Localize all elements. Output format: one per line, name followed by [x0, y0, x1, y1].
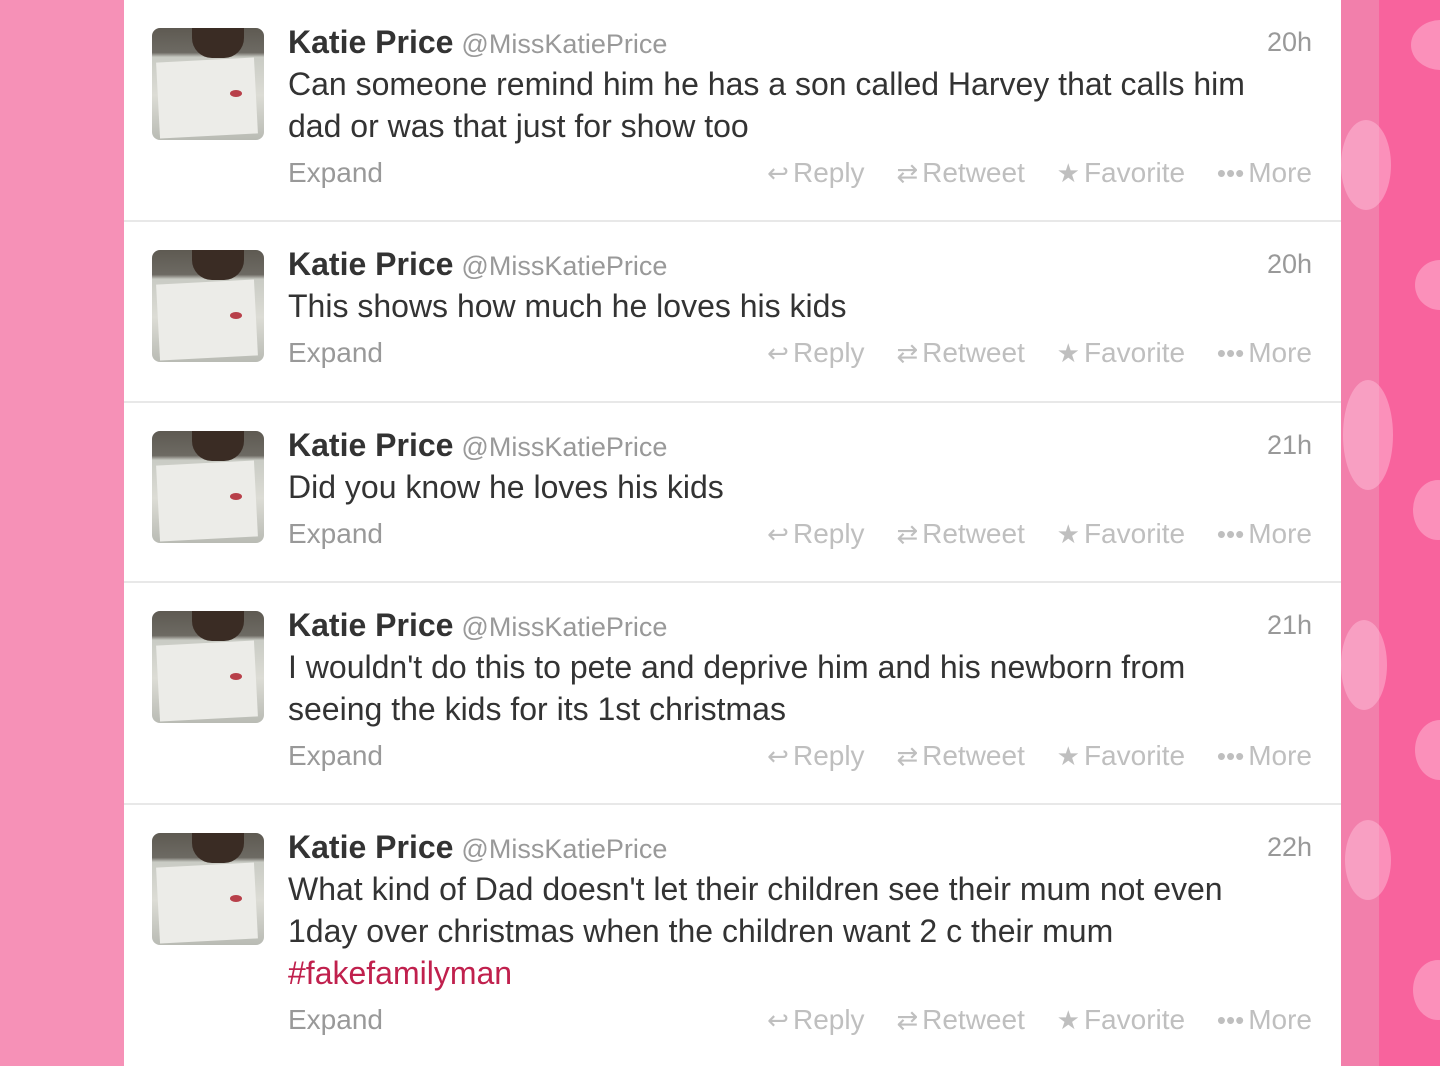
- reply-arrow-icon: ↩: [767, 1005, 789, 1035]
- tweet-item[interactable]: Katie Price @MissKatiePrice 21h I wouldn'…: [124, 583, 1341, 805]
- tweet-author-handle[interactable]: @MissKatiePrice: [461, 251, 667, 281]
- tweet-text: What kind of Dad doesn't let their child…: [288, 868, 1318, 994]
- reply-button[interactable]: ↩ Reply: [767, 736, 864, 776]
- tweet-text-line: What kind of Dad doesn't let their child…: [288, 871, 1223, 907]
- ellipsis-icon: •••: [1216, 741, 1245, 771]
- reply-arrow-icon: ↩: [767, 741, 789, 771]
- tweet-timestamp[interactable]: 21h: [1267, 425, 1312, 465]
- more-button[interactable]: ••• More: [1217, 514, 1312, 554]
- hashtag-link[interactable]: #fakefamilyman: [288, 952, 1318, 994]
- retweet-icon: ⇄: [896, 158, 919, 188]
- tweet-item[interactable]: Katie Price @MissKatiePrice 20h This show…: [124, 222, 1341, 403]
- star-icon: ★: [1056, 158, 1080, 188]
- tweet-author-name[interactable]: Katie Price: [288, 607, 453, 643]
- reply-arrow-icon: ↩: [767, 338, 789, 368]
- star-icon: ★: [1056, 338, 1080, 368]
- background-pattern: [1341, 120, 1391, 210]
- tweet-timeline: Katie Price @MissKatiePrice 20h Can someo…: [124, 0, 1341, 1066]
- expand-link[interactable]: Expand: [288, 1004, 383, 1035]
- tweet-author-name[interactable]: Katie Price: [288, 427, 453, 463]
- retweet-button[interactable]: ⇄ Retweet: [896, 333, 1025, 373]
- favorite-button[interactable]: ★ Favorite: [1057, 153, 1185, 193]
- expand-link[interactable]: Expand: [288, 518, 383, 549]
- tweet-text-line: seeing the kids for its 1st christmas: [288, 691, 786, 727]
- retweet-icon: ⇄: [896, 519, 919, 549]
- tweet-text-line: Can someone remind him he has a son call…: [288, 66, 1245, 102]
- retweet-icon: ⇄: [896, 741, 919, 771]
- tweet-text-line: I wouldn't do this to pete and deprive h…: [288, 649, 1186, 685]
- tweet-item[interactable]: Katie Price @MissKatiePrice 21h Did you k…: [124, 403, 1341, 583]
- expand-link[interactable]: Expand: [288, 740, 383, 771]
- tweet-text: Did you know he loves his kids: [288, 466, 1318, 508]
- favorite-button[interactable]: ★ Favorite: [1057, 333, 1185, 373]
- tweet-text-line: This shows how much he loves his kids: [288, 288, 847, 324]
- tweet-author-handle[interactable]: @MissKatiePrice: [461, 29, 667, 59]
- tweet-text-line: 1day over christmas when the children wa…: [288, 913, 1114, 949]
- reply-arrow-icon: ↩: [767, 158, 789, 188]
- tweet-author-handle[interactable]: @MissKatiePrice: [461, 834, 667, 864]
- retweet-button[interactable]: ⇄ Retweet: [896, 514, 1025, 554]
- tweet-timestamp[interactable]: 20h: [1267, 244, 1312, 284]
- expand-link[interactable]: Expand: [288, 337, 383, 368]
- star-icon: ★: [1056, 741, 1080, 771]
- retweet-button[interactable]: ⇄ Retweet: [896, 153, 1025, 193]
- retweet-icon: ⇄: [896, 338, 919, 368]
- tweet-timestamp[interactable]: 20h: [1267, 22, 1312, 62]
- tweet-author-handle[interactable]: @MissKatiePrice: [461, 612, 667, 642]
- favorite-button[interactable]: ★ Favorite: [1057, 514, 1185, 554]
- background-pattern: [1345, 820, 1391, 900]
- ellipsis-icon: •••: [1216, 338, 1245, 368]
- retweet-icon: ⇄: [896, 1005, 919, 1035]
- tweet-author-name[interactable]: Katie Price: [288, 246, 453, 282]
- star-icon: ★: [1056, 1005, 1080, 1035]
- reply-button[interactable]: ↩ Reply: [767, 333, 864, 373]
- tweet-text-line: dad or was that just for show too: [288, 108, 749, 144]
- tweet-timestamp[interactable]: 22h: [1267, 827, 1312, 867]
- star-icon: ★: [1056, 519, 1080, 549]
- tweet-text: This shows how much he loves his kids: [288, 285, 1318, 327]
- avatar[interactable]: [152, 28, 264, 140]
- more-button[interactable]: ••• More: [1217, 736, 1312, 776]
- tweet-text-line: Did you know he loves his kids: [288, 469, 724, 505]
- tweet-item[interactable]: Katie Price @MissKatiePrice 22h What kind…: [124, 805, 1341, 1066]
- ellipsis-icon: •••: [1216, 1005, 1245, 1035]
- tweet-text: I wouldn't do this to pete and deprive h…: [288, 646, 1318, 730]
- reply-button[interactable]: ↩ Reply: [767, 1000, 864, 1040]
- favorite-button[interactable]: ★ Favorite: [1057, 1000, 1185, 1040]
- ellipsis-icon: •••: [1216, 519, 1245, 549]
- reply-arrow-icon: ↩: [767, 519, 789, 549]
- page-background-right: [1341, 0, 1440, 1066]
- more-button[interactable]: ••• More: [1217, 153, 1312, 193]
- background-pattern: [1341, 620, 1387, 710]
- avatar[interactable]: [152, 611, 264, 723]
- reply-button[interactable]: ↩ Reply: [767, 514, 864, 554]
- tweet-text: Can someone remind him he has a son call…: [288, 63, 1318, 147]
- tweet-item[interactable]: Katie Price @MissKatiePrice 20h Can someo…: [124, 0, 1341, 222]
- reply-button[interactable]: ↩ Reply: [767, 153, 864, 193]
- tweet-author-name[interactable]: Katie Price: [288, 829, 453, 865]
- favorite-button[interactable]: ★ Favorite: [1057, 736, 1185, 776]
- tweet-timestamp[interactable]: 21h: [1267, 605, 1312, 645]
- tweet-author-name[interactable]: Katie Price: [288, 24, 453, 60]
- avatar[interactable]: [152, 250, 264, 362]
- tweet-author-handle[interactable]: @MissKatiePrice: [461, 432, 667, 462]
- ellipsis-icon: •••: [1216, 158, 1245, 188]
- avatar[interactable]: [152, 833, 264, 945]
- retweet-button[interactable]: ⇄ Retweet: [896, 1000, 1025, 1040]
- background-pattern: [1343, 380, 1393, 490]
- expand-link[interactable]: Expand: [288, 157, 383, 188]
- more-button[interactable]: ••• More: [1217, 333, 1312, 373]
- more-button[interactable]: ••• More: [1217, 1000, 1312, 1040]
- avatar[interactable]: [152, 431, 264, 543]
- retweet-button[interactable]: ⇄ Retweet: [896, 736, 1025, 776]
